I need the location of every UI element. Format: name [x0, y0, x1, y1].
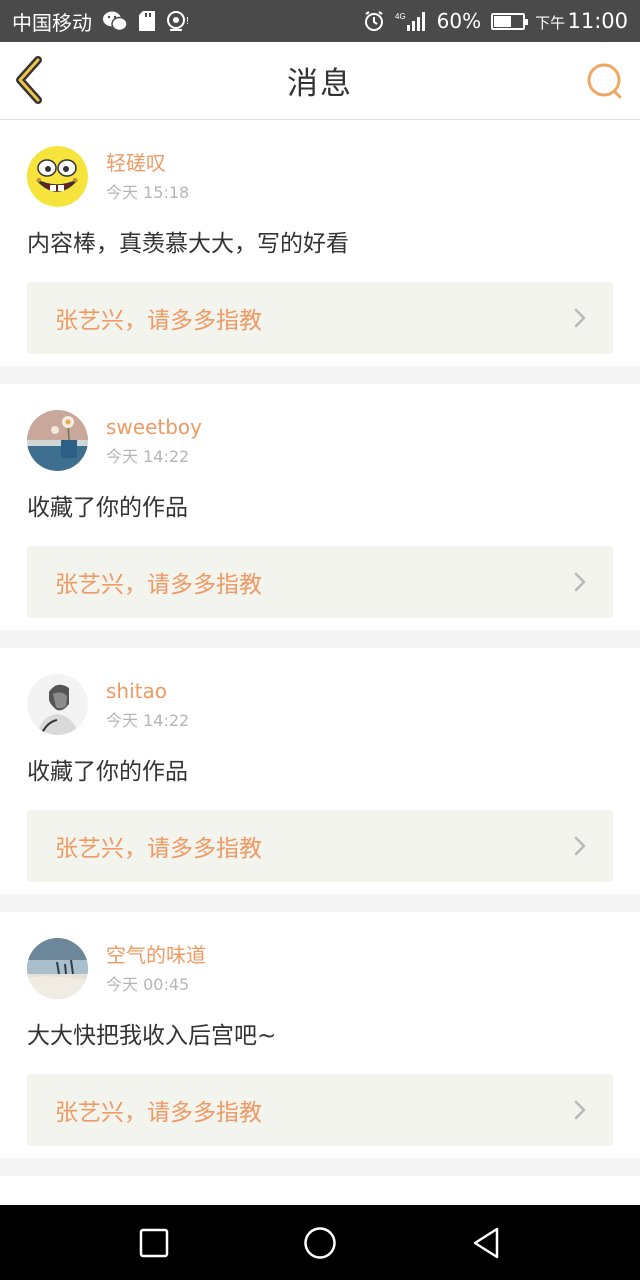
quoted-work-title: 张艺兴，请多多指教: [55, 836, 262, 862]
hotspot-icon: !: [166, 10, 192, 32]
message-content: 收藏了你的作品: [27, 759, 188, 785]
clock: 11:00: [567, 9, 628, 33]
svg-text:4G: 4G: [395, 12, 406, 21]
message-time: 今天 00:45: [106, 975, 190, 994]
system-nav-bar: [0, 1205, 640, 1280]
message-content: 收藏了你的作品: [27, 495, 188, 521]
message-time: 今天 15:18: [106, 183, 190, 202]
message-card[interactable]: shitao 今天 14:22 收藏了你的作品 张艺兴，请多多指教: [0, 648, 640, 894]
status-bar: 中国移动 ! 4G 60% 下午 11:00: [0, 0, 640, 42]
quoted-work-title: 张艺兴，请多多指教: [55, 1100, 262, 1126]
battery-percent: 60%: [436, 9, 482, 33]
chevron-right-icon: [574, 572, 586, 592]
portrait-avatar[interactable]: [27, 674, 88, 735]
recents-button[interactable]: [136, 1225, 172, 1261]
page-title: 消息: [287, 66, 353, 102]
search-button[interactable]: [584, 60, 626, 102]
time-prefix: 下午: [535, 14, 566, 32]
quoted-work-link[interactable]: 张艺兴，请多多指教: [27, 810, 613, 882]
chevron-right-icon: [574, 1100, 586, 1120]
chevron-left-icon: [16, 56, 42, 104]
chevron-right-icon: [574, 308, 586, 328]
circle-icon: [304, 1226, 336, 1259]
back-button[interactable]: [14, 56, 58, 106]
back-nav-button[interactable]: [468, 1225, 504, 1261]
message-time: 今天 14:22: [106, 447, 190, 466]
username[interactable]: 轻磋叹: [106, 150, 189, 176]
square-icon: [139, 1228, 169, 1257]
message-content: 内容棒，真羡慕大大，写的好看: [27, 231, 349, 257]
username[interactable]: shitao: [106, 678, 189, 704]
message-content: 大大快把我收入后宫吧~: [27, 1023, 277, 1049]
message-card[interactable]: [0, 1176, 640, 1205]
message-card[interactable]: sweetboy 今天 14:22 收藏了你的作品 张艺兴，请多多指教: [0, 384, 640, 630]
landscape-avatar[interactable]: [27, 938, 88, 999]
quoted-work-link[interactable]: 张艺兴，请多多指教: [27, 282, 613, 354]
flower-avatar[interactable]: [27, 410, 88, 471]
quoted-work-title: 张艺兴，请多多指教: [55, 308, 262, 334]
header-bar: 消息: [0, 42, 640, 120]
alarm-icon: [363, 10, 385, 32]
quoted-work-title: 张艺兴，请多多指教: [55, 572, 262, 598]
signal-icon: 4G: [395, 10, 427, 32]
username[interactable]: sweetboy: [106, 414, 202, 440]
quoted-work-link[interactable]: 张艺兴，请多多指教: [27, 1074, 613, 1146]
wechat-icon: [102, 10, 128, 32]
triangle-back-icon: [473, 1227, 499, 1258]
carrier-label: 中国移动: [12, 10, 92, 35]
svg-text:!: !: [186, 16, 189, 27]
chevron-right-icon: [574, 836, 586, 856]
message-card[interactable]: 空气的味道 今天 00:45 大大快把我收入后宫吧~ 张艺兴，请多多指教: [0, 912, 640, 1158]
quoted-work-link[interactable]: 张艺兴，请多多指教: [27, 546, 613, 618]
battery-icon: [491, 12, 529, 30]
message-time: 今天 14:22: [106, 711, 190, 730]
username[interactable]: 空气的味道: [106, 942, 206, 968]
spongebob-avatar[interactable]: [27, 146, 88, 207]
home-button[interactable]: [302, 1225, 338, 1261]
message-card[interactable]: 轻磋叹 今天 15:18 内容棒，真羡慕大大，写的好看 张艺兴，请多多指教: [0, 120, 640, 366]
sd-card-icon: [138, 10, 156, 32]
search-icon: [587, 63, 622, 99]
message-list[interactable]: 轻磋叹 今天 15:18 内容棒，真羡慕大大，写的好看 张艺兴，请多多指教 sw…: [0, 120, 640, 1205]
